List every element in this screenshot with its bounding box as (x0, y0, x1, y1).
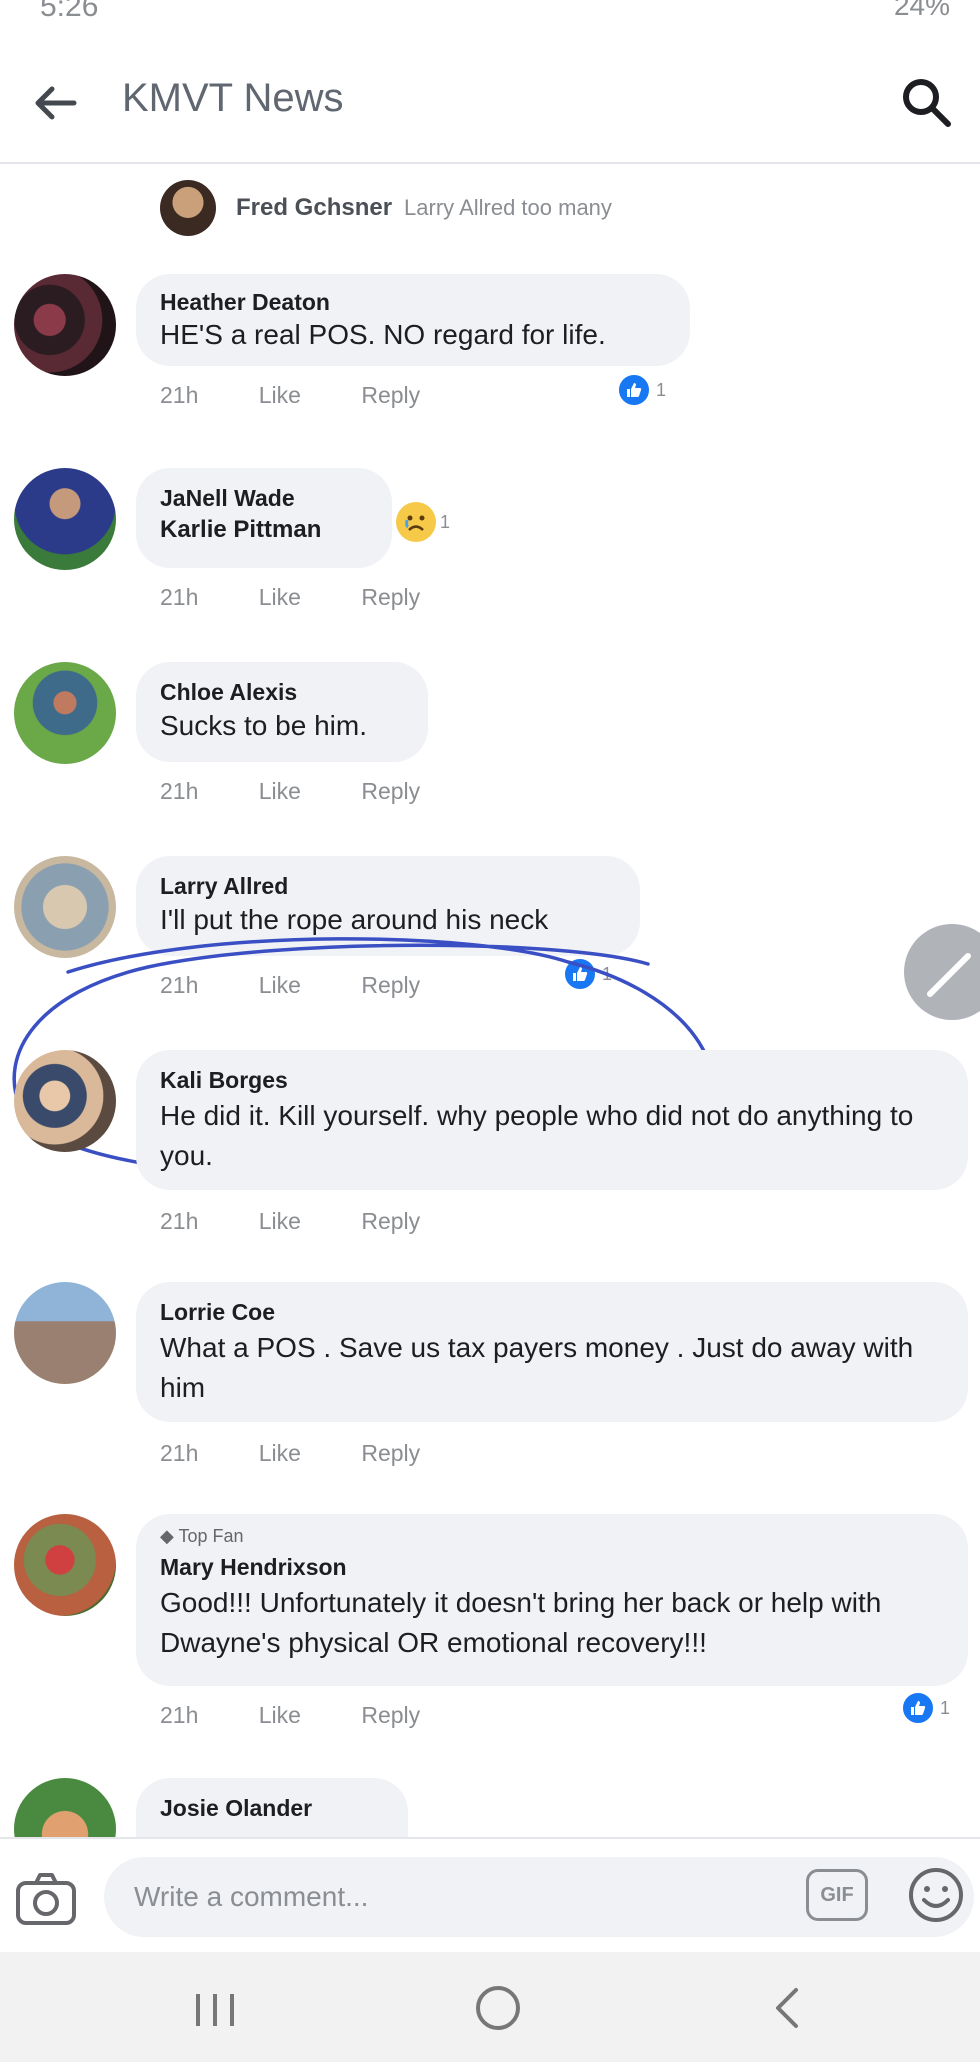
status-bar: 5:26 24% (0, 0, 980, 40)
like-button[interactable]: Like (259, 1702, 301, 1728)
diamond-icon: ◆ (160, 1526, 174, 1546)
comment-time: 21h (160, 1208, 199, 1234)
comment-text: Sucks to be him. (160, 710, 367, 741)
mentioned-user[interactable]: Karlie Pittman (160, 514, 368, 546)
comment-bubble[interactable]: Chloe Alexis Sucks to be him. (136, 662, 428, 762)
battery-level: 24% (893, 0, 950, 21)
pencil-icon (927, 953, 971, 997)
reply-button[interactable]: Reply (361, 1440, 420, 1466)
top-fan-badge: ◆ Top Fan (160, 1526, 944, 1547)
comment-actions: 21h Like Reply (160, 382, 474, 409)
comment-actions: 21h Like Reply (160, 778, 474, 805)
reaction-count[interactable]: 1 (396, 502, 450, 542)
reply-button[interactable]: Reply (361, 778, 420, 804)
comment-bubble[interactable]: ◆ Top Fan Mary Hendrixson Good!!! Unfort… (136, 1514, 968, 1686)
reaction-count[interactable]: 1 (900, 1690, 950, 1726)
recent-apps-icon[interactable] (190, 1990, 240, 2030)
comment-actions: 21h Like Reply (160, 584, 474, 611)
avatar[interactable] (14, 662, 116, 764)
comment-time: 21h (160, 1440, 199, 1466)
page-title: KMVT News (122, 76, 344, 120)
reply-button[interactable]: Reply (361, 382, 420, 408)
reaction-number: 1 (656, 379, 667, 400)
like-button[interactable]: Like (259, 1208, 301, 1234)
comment-text: What a POS . Save us tax payers money . … (160, 1332, 914, 1403)
comment-text: He did it. Kill yourself. why people who… (160, 1100, 914, 1171)
comment-author[interactable]: Mary Hendrixson (160, 1551, 944, 1583)
comment-actions: 21h Like Reply (160, 1440, 474, 1467)
reply-button[interactable]: Reply (361, 584, 420, 610)
avatar[interactable] (14, 1778, 116, 1837)
reaction-number: 1 (440, 511, 451, 532)
avatar[interactable] (14, 468, 116, 570)
comment-actions: 21h Like Reply (160, 1702, 474, 1729)
thumbs-up-icon (900, 1690, 936, 1726)
like-button[interactable]: Like (259, 778, 301, 804)
comment-time: 21h (160, 584, 199, 610)
comment-text: HE'S a real POS. NO regard for life. (160, 319, 606, 350)
reply-text: Larry Allred too many (404, 195, 612, 220)
system-nav-bar (0, 1952, 980, 2062)
like-button[interactable]: Like (259, 382, 301, 408)
comment-author[interactable]: JaNell Wade (160, 482, 368, 514)
comment-time: 21h (160, 778, 199, 804)
avatar[interactable] (14, 1282, 116, 1384)
reply-author[interactable]: Fred Gchsner (236, 194, 392, 222)
previous-reply[interactable]: Fred Gchsner Larry Allred too many (160, 176, 612, 240)
reply-button[interactable]: Reply (361, 1208, 420, 1234)
comment-bubble[interactable]: JaNell Wade Karlie Pittman (136, 468, 392, 568)
comment-author[interactable]: Lorrie Coe (160, 1296, 944, 1328)
app-header: KMVT News (0, 40, 980, 164)
comment-composer: GIF (0, 1837, 980, 1954)
comment-feed[interactable]: Fred Gchsner Larry Allred too many Heath… (0, 162, 980, 1837)
edit-floating-button[interactable] (904, 924, 980, 1020)
avatar[interactable] (14, 1050, 116, 1152)
comment-author[interactable]: Josie Olander (160, 1792, 384, 1824)
comment-time: 21h (160, 1702, 199, 1728)
status-time: 5:26 (40, 0, 99, 23)
comment-text: Good!!! Unfortunately it doesn't bring h… (160, 1587, 882, 1658)
comment-time: 21h (160, 382, 199, 408)
comment-bubble[interactable]: Lorrie Coe What a POS . Save us tax paye… (136, 1282, 968, 1422)
back-icon[interactable] (766, 1982, 806, 2034)
avatar[interactable] (160, 180, 216, 236)
like-button[interactable]: Like (259, 1440, 301, 1466)
gif-icon[interactable]: GIF (806, 1869, 868, 1921)
avatar[interactable] (14, 1514, 116, 1616)
comment-author[interactable]: Heather Deaton (160, 286, 666, 318)
reaction-number: 1 (940, 1697, 951, 1718)
thumbs-up-icon (616, 372, 652, 408)
search-icon[interactable] (898, 74, 954, 130)
comment-bubble[interactable]: Josie Olander (136, 1778, 408, 1837)
reply-button[interactable]: Reply (361, 1702, 420, 1728)
back-arrow-icon[interactable] (30, 78, 80, 128)
like-button[interactable]: Like (259, 584, 301, 610)
smiley-icon[interactable] (906, 1865, 966, 1925)
home-icon[interactable] (472, 1982, 524, 2034)
comment-bubble[interactable]: Kali Borges He did it. Kill yourself. wh… (136, 1050, 968, 1190)
avatar[interactable] (14, 274, 116, 376)
comment-bubble[interactable]: Heather Deaton HE'S a real POS. NO regar… (136, 274, 690, 366)
comment-author[interactable]: Chloe Alexis (160, 676, 404, 708)
top-fan-label: Top Fan (178, 1526, 244, 1546)
comment-author[interactable]: Kali Borges (160, 1064, 944, 1096)
camera-icon[interactable] (14, 1867, 78, 1931)
sad-face-icon (396, 502, 436, 542)
reaction-count[interactable]: 1 (616, 372, 666, 408)
comment-author[interactable]: Larry Allred (160, 870, 616, 902)
comment-actions: 21h Like Reply (160, 1208, 474, 1235)
